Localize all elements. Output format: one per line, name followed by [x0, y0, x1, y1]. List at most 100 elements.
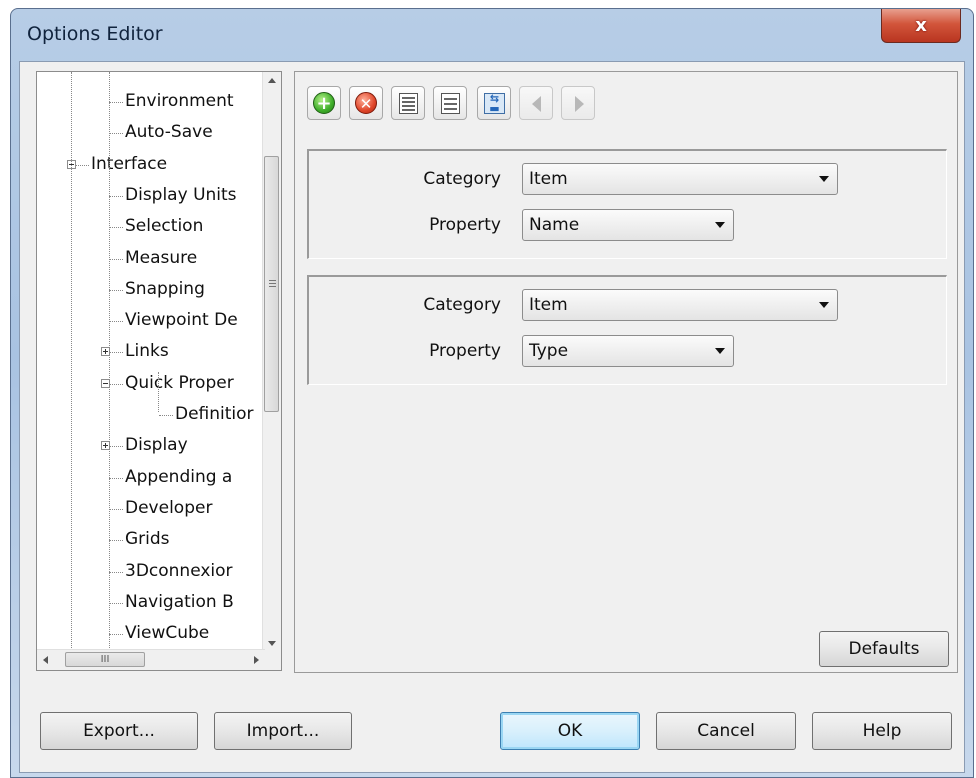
cancel-button[interactable]: Cancel	[656, 712, 796, 750]
tree-item-label: Snapping	[125, 278, 205, 299]
swap-icon: ⇆ ▬	[484, 93, 505, 114]
tree-item-label: Auto-Save	[125, 122, 213, 143]
grip-line	[269, 286, 276, 287]
tree-connector	[109, 227, 123, 229]
definitions-panel: + ✕ ⇆ ▬ Category Item Property Name Cate…	[294, 71, 958, 673]
tree-connector	[109, 540, 123, 542]
import-button[interactable]: Import...	[214, 712, 352, 750]
tree-connector	[109, 446, 123, 448]
tree-item-label: Display	[125, 435, 188, 456]
tree-item-label: Selection	[125, 216, 204, 237]
chevron-down-icon	[819, 176, 829, 182]
ok-button[interactable]: OK	[500, 712, 640, 750]
chevron-down-icon	[715, 348, 725, 354]
rows-compact-icon	[399, 93, 418, 114]
defaults-button[interactable]: Defaults	[819, 631, 949, 667]
tree-item[interactable]: Selection	[125, 211, 203, 241]
tree-item[interactable]: Viewpoint De	[125, 305, 238, 335]
tree-item[interactable]: Navigation B	[125, 587, 234, 617]
tree-item-label: Viewpoint De	[125, 310, 238, 331]
tree-connector	[109, 508, 123, 510]
tree-item[interactable]: Display	[125, 430, 188, 460]
expand-rows-button[interactable]	[433, 86, 467, 120]
export-button[interactable]: Export...	[40, 712, 198, 750]
tree-item-label: ViewCube	[125, 623, 210, 644]
tree-item-label: Navigation B	[125, 591, 234, 612]
tree-item-label: 3Dconnexior	[125, 560, 233, 581]
tree-item[interactable]: ViewCube	[125, 618, 209, 648]
tree-item[interactable]: Quick Proper	[125, 368, 234, 398]
tree-connector	[109, 195, 123, 197]
property-select[interactable]: Type	[522, 335, 734, 367]
definition-group: Category Item Property Type	[307, 275, 947, 385]
close-icon: x	[915, 15, 927, 36]
vertical-scroll-thumb[interactable]	[264, 156, 279, 412]
tree-horizontal-scrollbar[interactable]: III	[37, 649, 265, 670]
compact-rows-button[interactable]	[391, 86, 425, 120]
tree-item[interactable]: Definitior	[175, 399, 254, 429]
add-definition-button[interactable]: +	[307, 86, 341, 120]
tree-item[interactable]: Developer	[125, 493, 212, 523]
tree-connector	[109, 102, 123, 103]
property-label: Property	[429, 341, 501, 361]
tree-item-label: Developer	[125, 497, 213, 518]
tree-connector	[159, 415, 173, 416]
close-button[interactable]: x	[881, 9, 961, 43]
options-tree[interactable]: Environment Auto-Save Interface Display Uni…	[36, 71, 282, 671]
move-right-icon	[575, 96, 584, 112]
property-label: Property	[429, 215, 501, 235]
tree-item[interactable]: 3Dconnexior	[125, 556, 233, 586]
delete-definition-button[interactable]: ✕	[349, 86, 383, 120]
tree-item[interactable]: Auto-Save	[125, 117, 213, 147]
tree-item[interactable]: Appending a	[125, 462, 232, 492]
tree-connector	[109, 383, 123, 385]
move-left-icon	[532, 96, 541, 112]
chevron-down-icon	[715, 222, 725, 228]
tree-connector	[109, 258, 123, 260]
tree-item-label: Grids	[125, 529, 170, 550]
property-select[interactable]: Name	[522, 209, 734, 241]
swap-button[interactable]: ⇆ ▬	[477, 86, 511, 120]
rows-icon	[441, 93, 460, 114]
delete-icon: ✕	[355, 92, 377, 114]
tree-item-label: Environment	[125, 91, 234, 111]
category-label: Category	[423, 169, 501, 189]
scroll-left-icon[interactable]	[43, 656, 48, 664]
category-select[interactable]: Item	[522, 289, 838, 321]
tree-item[interactable]: Measure	[125, 243, 197, 273]
scroll-up-icon[interactable]	[268, 78, 276, 83]
tree-item[interactable]: Snapping	[125, 274, 205, 304]
move-left-button[interactable]	[519, 86, 553, 120]
grip-line	[269, 280, 276, 281]
scroll-down-icon[interactable]	[268, 641, 276, 646]
tree-item-label: Links	[125, 341, 169, 362]
scrollbar-corner	[263, 650, 281, 670]
move-right-button[interactable]	[561, 86, 595, 120]
tree-item[interactable]: Links	[125, 336, 169, 366]
horizontal-scroll-thumb[interactable]: III	[65, 652, 145, 667]
tree-item-label: Appending a	[125, 466, 233, 487]
tree-connector	[109, 352, 123, 354]
scroll-right-icon[interactable]	[254, 656, 259, 664]
tree-item[interactable]: Environment	[125, 86, 234, 116]
tree-connector	[109, 321, 123, 323]
tree-vertical-scrollbar[interactable]	[262, 72, 281, 652]
tree-item[interactable]: Display Units	[125, 180, 237, 210]
category-value: Item	[529, 169, 568, 189]
add-icon: +	[313, 92, 335, 114]
property-value: Type	[529, 341, 569, 361]
tree-item-label: Measure	[125, 247, 198, 268]
tree-connector	[109, 133, 123, 135]
tree-item[interactable]: Interface	[91, 149, 167, 179]
tree-connector	[109, 634, 123, 636]
tree-item[interactable]: Grids	[125, 524, 170, 554]
grip-line	[269, 283, 276, 284]
window-title: Options Editor	[27, 23, 163, 45]
category-select[interactable]: Item	[522, 163, 838, 195]
category-label: Category	[423, 295, 501, 315]
property-value: Name	[529, 215, 580, 235]
help-button[interactable]: Help	[812, 712, 952, 750]
options-editor-window: Options Editor x Environment Auto-Save Int…	[10, 8, 974, 778]
category-value: Item	[529, 295, 568, 315]
tree-connector	[109, 602, 123, 604]
